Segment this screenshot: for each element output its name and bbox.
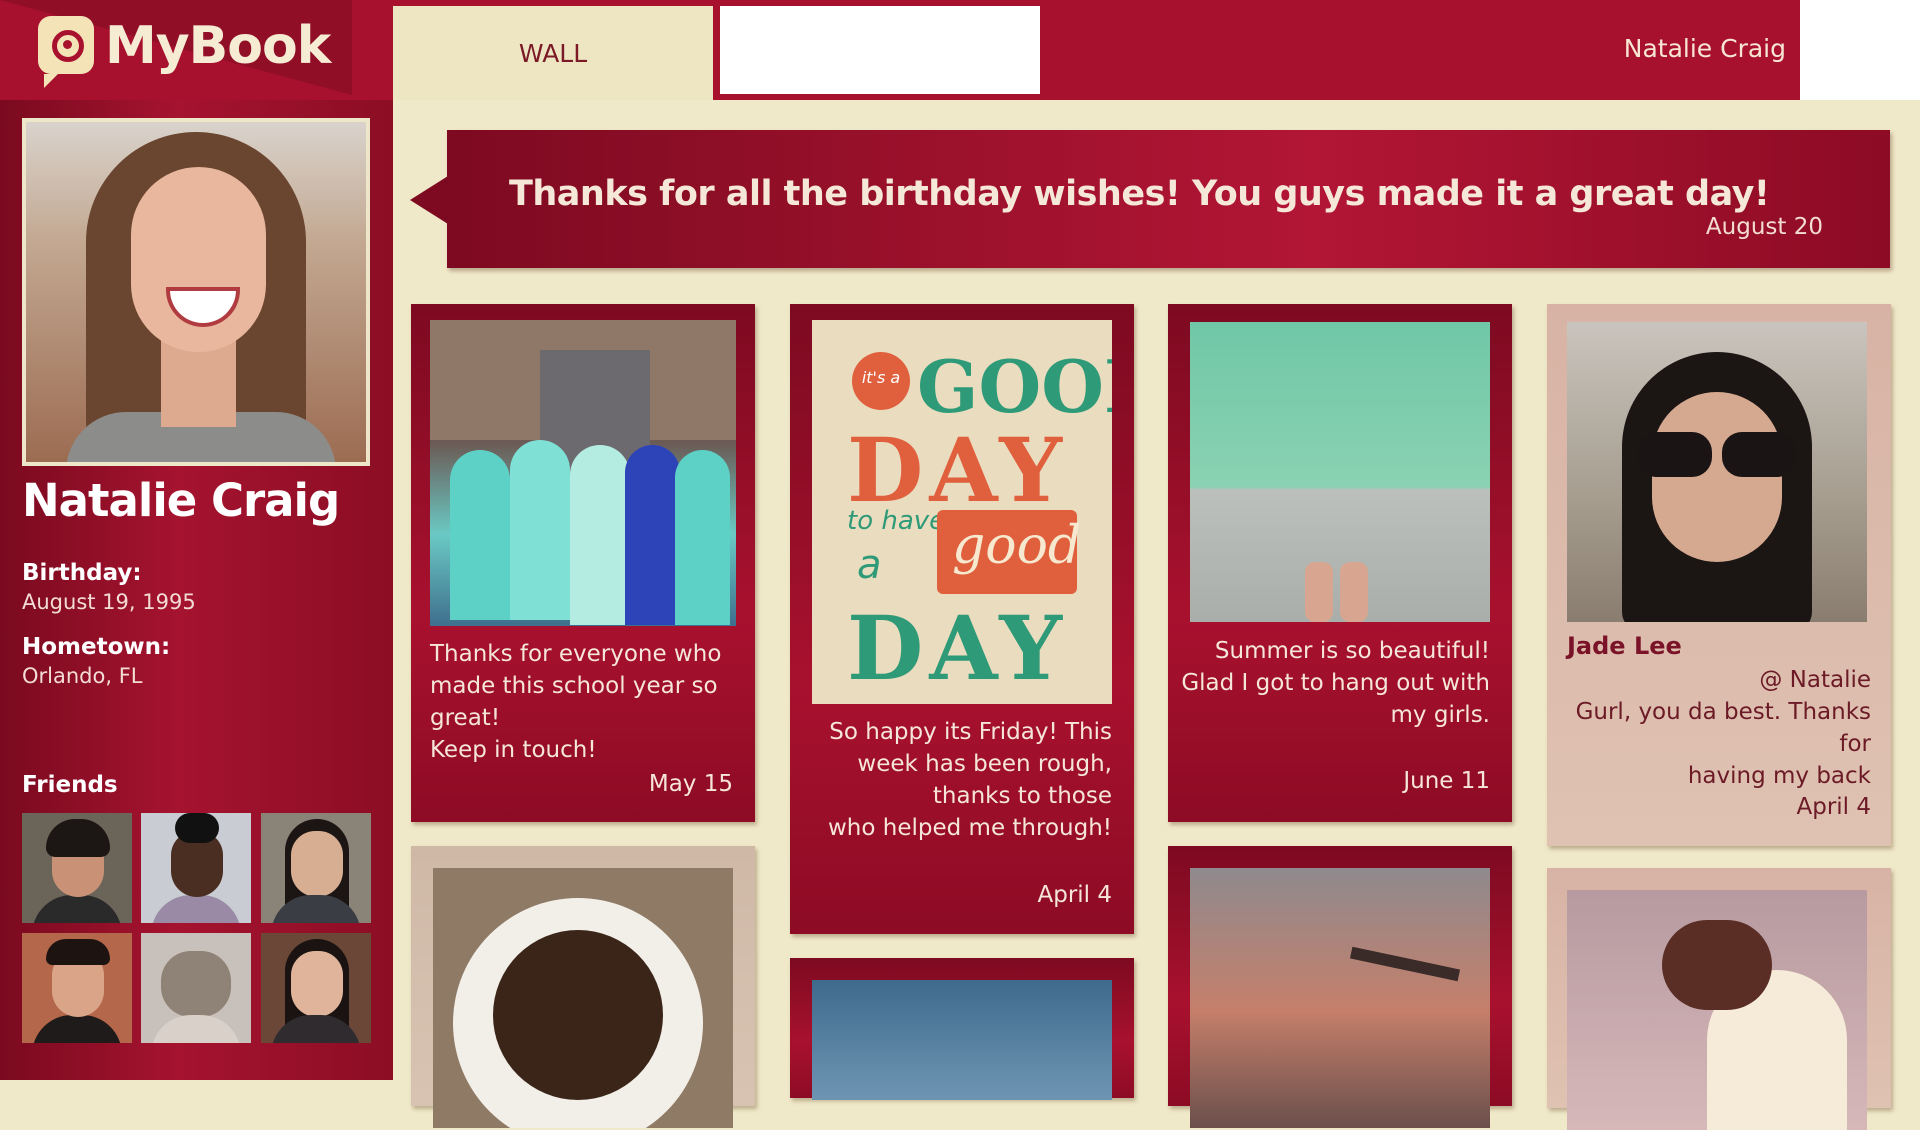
birthday-label: Birthday: [22, 560, 142, 586]
post-date: June 11 [1403, 768, 1490, 794]
post-card[interactable] [790, 958, 1134, 1100]
post-photo[interactable] [1190, 322, 1490, 622]
friend-avatar[interactable] [261, 933, 371, 1043]
hometown-value: Orlando, FL [22, 664, 143, 688]
post-photo[interactable]: it's a GOOD DAY to have a good DAY [812, 320, 1112, 704]
friend-avatar[interactable] [22, 813, 132, 923]
status-text: Thanks for all the birthday wishes! You … [509, 174, 1770, 214]
friend-avatar[interactable] [261, 813, 371, 923]
post-card[interactable]: it's a GOOD DAY to have a good DAY So ha… [790, 304, 1134, 934]
post-card[interactable]: Thanks for everyone who made this school… [411, 304, 755, 822]
friend-avatar[interactable] [22, 933, 132, 1043]
hometown-label: Hometown: [22, 634, 171, 660]
profile-name: Natalie Craig [22, 474, 340, 527]
post-photo[interactable] [430, 320, 736, 626]
post-photo[interactable] [812, 980, 1112, 1100]
current-user-link[interactable]: Natalie Craig [1600, 34, 1786, 63]
post-date: May 15 [648, 771, 733, 797]
post-photo[interactable] [1567, 322, 1867, 622]
top-bar: MyBook WALL Natalie Craig [0, 0, 1920, 100]
post-card[interactable] [1168, 846, 1512, 1128]
tab-wall[interactable]: WALL [393, 6, 713, 100]
profile-sidebar: Natalie Craig Birthday: August 19, 1995 … [0, 100, 393, 1080]
post-card[interactable] [411, 846, 755, 1128]
post-photo[interactable] [1567, 890, 1867, 1130]
post-date: April 4 [1037, 882, 1112, 908]
post-caption: Summer is so beautiful! Glad I got to ha… [1181, 638, 1490, 728]
post-date: April 4 [1796, 794, 1871, 820]
app-name: MyBook [105, 16, 331, 76]
post-caption: @ Natalie Gurl, you da best. Thanks for … [1575, 667, 1871, 789]
post-card[interactable]: Jade Lee @ Natalie Gurl, you da best. Th… [1547, 304, 1891, 846]
status-pointer [410, 176, 448, 224]
friend-avatar[interactable] [141, 933, 251, 1043]
friends-label: Friends [22, 772, 118, 798]
friend-avatar[interactable] [141, 813, 251, 923]
tab-blank[interactable] [720, 6, 1040, 94]
profile-photo[interactable] [22, 118, 370, 466]
post-author[interactable]: Jade Lee [1567, 632, 1682, 660]
post-photo[interactable] [433, 868, 733, 1128]
camera-bubble-icon [38, 16, 94, 88]
post-photo[interactable] [1190, 868, 1490, 1128]
post-card[interactable]: Summer is so beautiful! Glad I got to ha… [1168, 304, 1512, 822]
logo[interactable]: MyBook [0, 0, 393, 100]
status-date: August 20 [1705, 214, 1823, 240]
post-caption: So happy its Friday! This week has been … [827, 719, 1112, 841]
post-caption: Thanks for everyone who made this school… [430, 641, 722, 763]
header-blank-area [1800, 0, 1920, 100]
birthday-value: August 19, 1995 [22, 590, 196, 614]
post-card[interactable] [1547, 868, 1891, 1130]
status-post[interactable]: Thanks for all the birthday wishes! You … [447, 130, 1890, 268]
